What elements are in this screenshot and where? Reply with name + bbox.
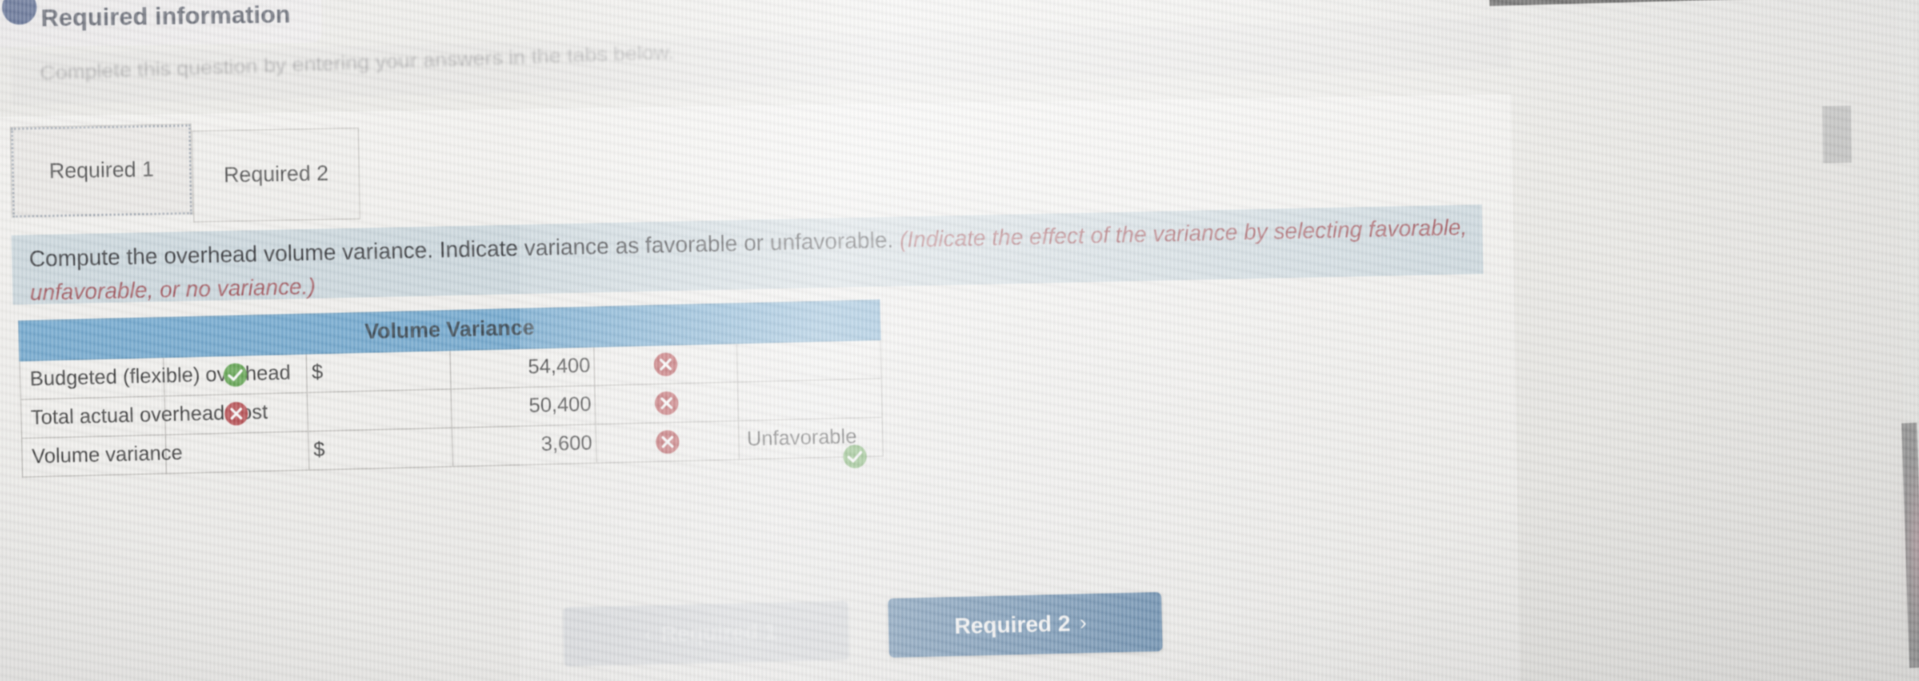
correct-check-icon (842, 444, 867, 469)
row-currency-symbol: $ (308, 427, 453, 471)
browser-page: Complete this question by entering your … (0, 0, 1919, 681)
row-effect-empty (737, 378, 883, 421)
scrollbar-marker (1822, 105, 1852, 164)
row-value-status-badge (593, 343, 738, 386)
chevron-left-icon: ‹ (644, 622, 652, 647)
row-value-volume-variance[interactable]: 3,600 (451, 424, 597, 467)
glare-smudge (1909, 455, 1919, 650)
row-value-status-badge (594, 382, 739, 425)
incorrect-x-icon (654, 391, 679, 416)
row-currency-symbol (307, 389, 452, 432)
tab-required-2[interactable]: Required 2 (191, 127, 361, 223)
correct-check-icon (223, 363, 248, 388)
row-label-volume-variance[interactable]: Volume variance (21, 434, 183, 478)
row-effect-status-badge (842, 444, 867, 469)
row-currency-symbol: $ (306, 350, 451, 393)
next-required-2-button[interactable]: Required 2 › (887, 592, 1163, 658)
row-value-status-badge (595, 420, 740, 464)
volume-variance-table: Volume Variance Budgeted (flexible) over… (18, 299, 884, 478)
row-label-budgeted-overhead[interactable]: Budgeted (flexible) overhead (19, 357, 291, 400)
row-effect-empty (736, 339, 882, 383)
page-title: Required information (40, 1, 291, 33)
tab-required-1[interactable]: Required 1 (9, 123, 194, 219)
incorrect-x-icon (224, 401, 249, 426)
incorrect-x-icon (653, 352, 678, 377)
photographed-screen: Complete this question by entering your … (0, 0, 1919, 681)
row-status-empty (165, 431, 310, 474)
tab-required-1-label: Required 1 (48, 157, 155, 184)
next-button-label: Required 2 (954, 610, 1071, 639)
incorrect-x-icon (655, 430, 680, 455)
row-value-total-actual-overhead[interactable]: 50,400 (450, 385, 596, 428)
row-label-total-actual-overhead[interactable]: Total actual overhead cost (20, 396, 268, 439)
previous-button-label: Required 1 (660, 618, 778, 647)
previous-required-1-button[interactable]: ‹ Required 1 (562, 600, 850, 667)
row-value-budgeted-overhead[interactable]: 54,400 (449, 346, 595, 390)
content-sheet-fade (1337, 94, 1525, 681)
chevron-right-icon: › (1079, 611, 1088, 635)
tab-required-2-label: Required 2 (223, 161, 329, 188)
monitor-bezel (1488, 0, 1919, 7)
